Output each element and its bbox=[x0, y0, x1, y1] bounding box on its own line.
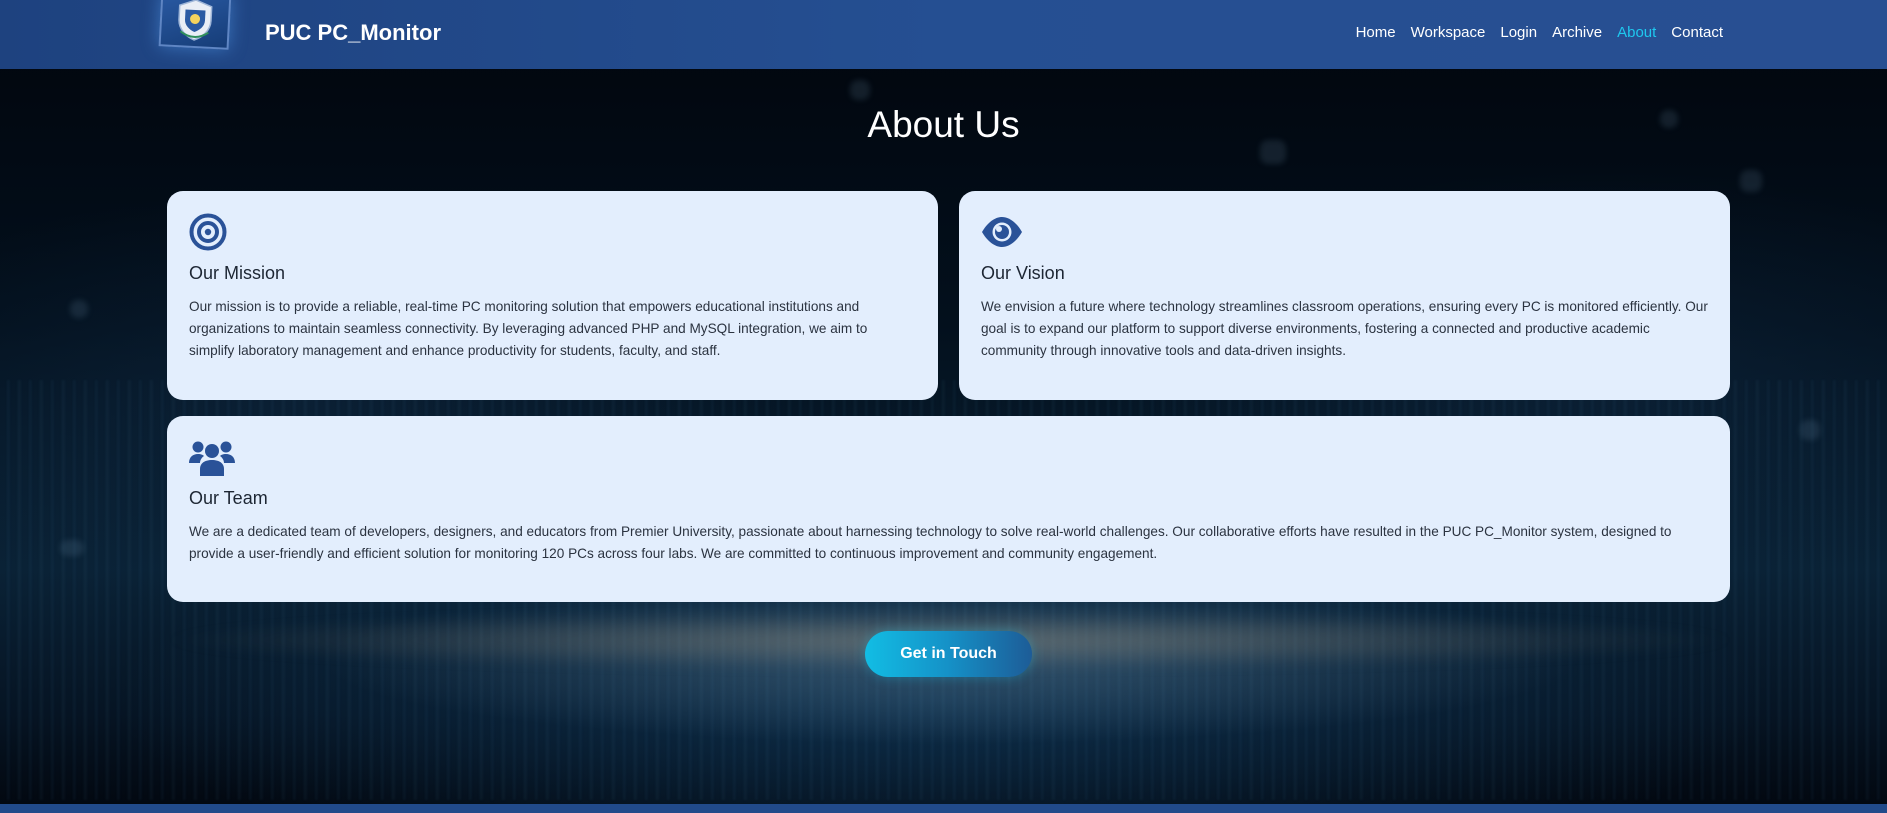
mission-title: Our Mission bbox=[189, 263, 286, 283]
nav-contact-link[interactable]: Contact bbox=[1671, 24, 1723, 41]
footer-bar bbox=[0, 804, 1887, 813]
background-bokeh bbox=[1740, 170, 1762, 192]
page-title: About Us bbox=[867, 104, 1020, 145]
team-title: Our Team bbox=[189, 488, 268, 508]
nav-archive-link[interactable]: Archive bbox=[1552, 24, 1602, 41]
background-bokeh bbox=[1800, 420, 1820, 440]
eye-icon bbox=[982, 217, 1022, 247]
vision-text: We envision a future where technology st… bbox=[981, 299, 1708, 358]
background-bokeh bbox=[850, 80, 870, 100]
site-brand-title[interactable]: PUC PC_Monitor bbox=[265, 20, 441, 46]
nav-about-link[interactable]: About bbox=[1617, 24, 1656, 41]
team-text: We are a dedicated team of developers, d… bbox=[189, 524, 1672, 561]
nav-workspace-link[interactable]: Workspace bbox=[1411, 24, 1486, 41]
vision-title: Our Vision bbox=[981, 263, 1065, 283]
users-icon bbox=[189, 441, 235, 476]
nav-home-link[interactable]: Home bbox=[1356, 24, 1396, 41]
mission-text: Our mission is to provide a reliable, re… bbox=[189, 299, 868, 358]
background-bokeh bbox=[70, 300, 88, 318]
nav-login-link[interactable]: Login bbox=[1500, 24, 1537, 41]
university-crest-icon[interactable] bbox=[158, 0, 232, 50]
team-card: Our Team We are a dedicated team of deve… bbox=[167, 416, 1730, 602]
mission-card: Our Mission Our mission is to provide a … bbox=[167, 191, 938, 400]
vision-card: Our Vision We envision a future where te… bbox=[959, 191, 1730, 400]
background-bokeh bbox=[60, 540, 84, 556]
get-in-touch-button[interactable]: Get in Touch bbox=[865, 631, 1032, 677]
top-navbar: PUC PC_Monitor Home Workspace Login Arch… bbox=[0, 0, 1887, 69]
main-nav: Home Workspace Login Archive About Conta… bbox=[1356, 24, 1723, 41]
bullseye-icon bbox=[189, 213, 227, 251]
crest-graphic bbox=[178, 0, 213, 41]
